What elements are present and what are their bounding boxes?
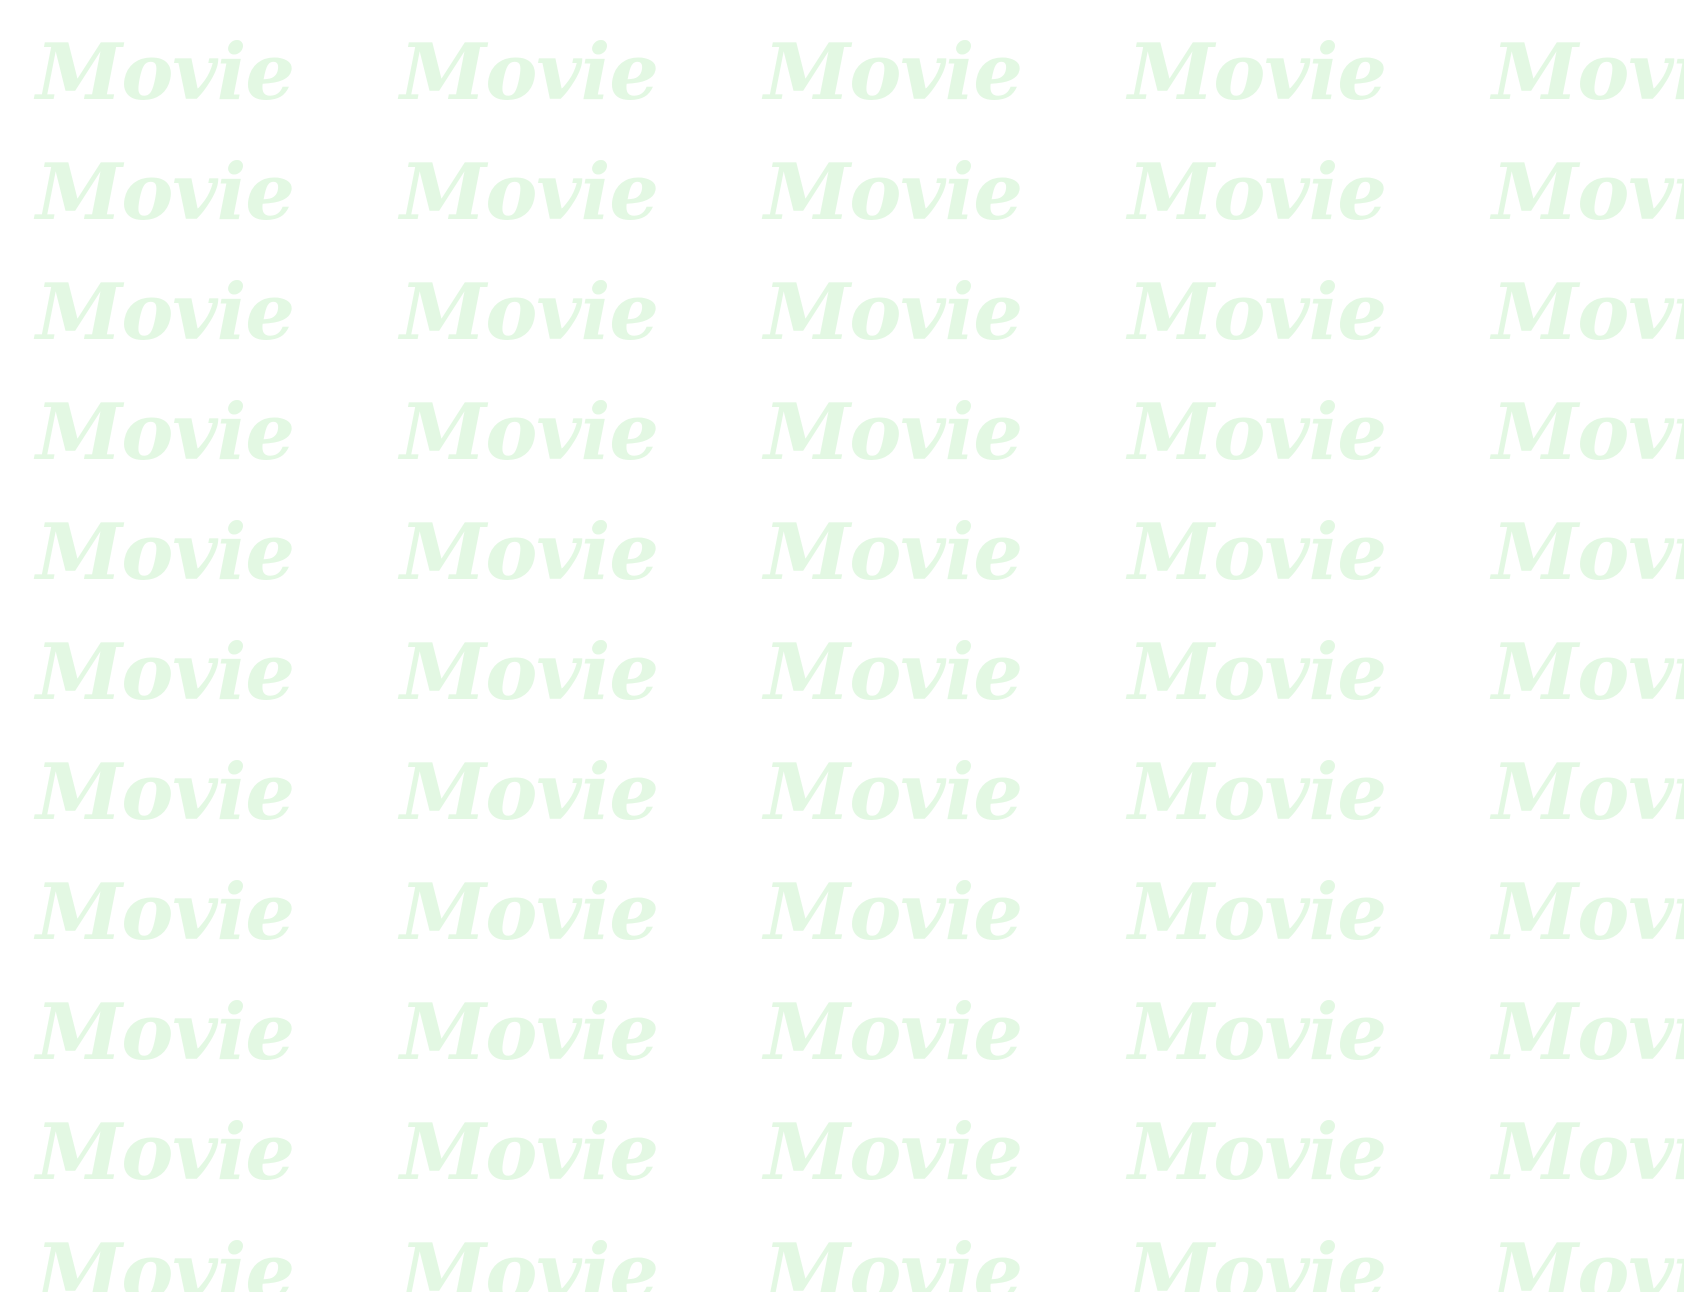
watermark-text: Movie: [400, 627, 659, 718]
watermark-text: Movie: [764, 1107, 1023, 1198]
watermark-text: Movie: [36, 147, 295, 238]
watermark-pattern: Movie Movie Movie Movie Movie Movie Movie Movie…: [0, 0, 1684, 1292]
watermark-text: Movie: [1492, 27, 1684, 118]
watermark-text: Movie: [1128, 27, 1387, 118]
watermark-text: Movie: [764, 747, 1023, 838]
watermark-text: Movie: [400, 387, 659, 478]
watermark-text: Movie: [1492, 627, 1684, 718]
watermark-text: Movie: [1128, 387, 1387, 478]
watermark-text: Movie: [400, 147, 659, 238]
watermark-text: Movie: [764, 1227, 1023, 1292]
watermark-text: Movie: [1492, 507, 1684, 598]
watermark-text: Movie: [1492, 747, 1684, 838]
page-canvas: Movie Movie Movie Movie Movie Movie Movie Movie…: [0, 0, 1684, 1292]
watermark-text: Movie: [1492, 1107, 1684, 1198]
watermark-text: Movie: [1128, 987, 1387, 1078]
watermark-text: Movie: [400, 27, 659, 118]
watermark-text: Movie: [36, 1227, 295, 1292]
watermark-text: Movie: [764, 507, 1023, 598]
watermark-text: Movie: [764, 267, 1023, 358]
watermark-text: Movie: [764, 987, 1023, 1078]
watermark-text: Movie: [36, 627, 295, 718]
watermark-text: Movie: [1492, 867, 1684, 958]
watermark-text: Movie: [36, 507, 295, 598]
watermark-text: Movie: [764, 147, 1023, 238]
watermark-text: Movie: [1492, 387, 1684, 478]
watermark-text: Movie: [1128, 267, 1387, 358]
watermark-text: Movie: [1492, 987, 1684, 1078]
watermark-text: Movie: [36, 987, 295, 1078]
watermark-text: Movie: [1128, 147, 1387, 238]
watermark-text: Movie: [1492, 267, 1684, 358]
watermark-text: Movie: [1492, 1227, 1684, 1292]
watermark-text: Movie: [36, 387, 295, 478]
watermark-text: Movie: [400, 747, 659, 838]
watermark-text: Movie: [764, 867, 1023, 958]
watermark-text: Movie: [1128, 867, 1387, 958]
watermark-text: Movie: [764, 27, 1023, 118]
watermark-text: Movie: [400, 1227, 659, 1292]
watermark-text: Movie: [1128, 747, 1387, 838]
watermark-text: Movie: [764, 627, 1023, 718]
watermark-text: Movie: [764, 387, 1023, 478]
watermark-text: Movie: [1128, 1107, 1387, 1198]
watermark-text: Movie: [1128, 1227, 1387, 1292]
watermark-text: Movie: [400, 267, 659, 358]
watermark-text: Movie: [1128, 627, 1387, 718]
watermark-text: Movie: [36, 267, 295, 358]
watermark-text: Movie: [36, 27, 295, 118]
watermark-text: Movie: [36, 1107, 295, 1198]
watermark-text: Movie: [1128, 507, 1387, 598]
watermark-text: Movie: [36, 867, 295, 958]
watermark-text: Movie: [400, 1107, 659, 1198]
watermark-text: Movie: [400, 987, 659, 1078]
watermark-text: Movie: [36, 747, 295, 838]
watermark-text: Movie: [400, 507, 659, 598]
watermark-text: Movie: [400, 867, 659, 958]
watermark-text: Movie: [1492, 147, 1684, 238]
